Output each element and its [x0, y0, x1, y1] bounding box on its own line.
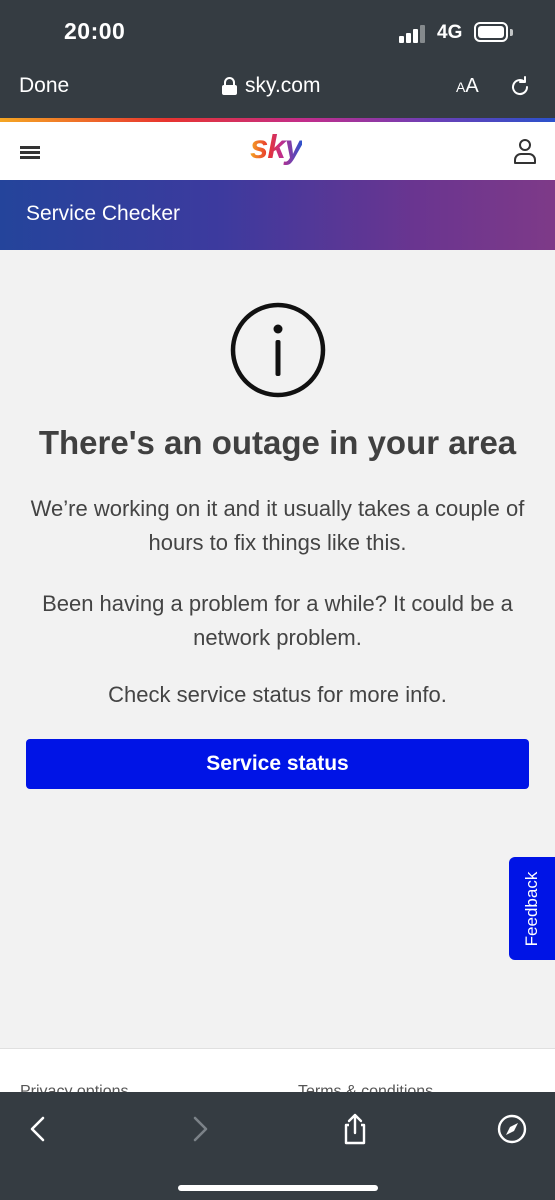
network-problem-text: Been having a problem for a while? It co…: [42, 591, 513, 650]
info-icon: [230, 302, 326, 398]
share-icon[interactable]: [338, 1112, 372, 1146]
sky-logo[interactable]: sky: [250, 128, 303, 166]
browser-top-bar: Done sky.com AA: [0, 62, 555, 118]
account-icon[interactable]: [513, 138, 537, 164]
battery-icon: [474, 22, 508, 42]
status-bar: 20:00 4G: [0, 0, 555, 62]
service-status-hint: Check service status for more info.: [108, 682, 447, 707]
back-icon[interactable]: [22, 1112, 56, 1146]
service-checker-banner: Service Checker: [0, 180, 555, 250]
browser-bottom-bar: [0, 1092, 555, 1200]
banner-title: Service Checker: [26, 202, 181, 225]
done-button[interactable]: Done: [19, 74, 69, 98]
outage-headline: There's an outage in your area: [38, 424, 517, 461]
forward-icon[interactable]: [182, 1112, 216, 1146]
outage-description: We’re working on it and it usually takes…: [30, 496, 525, 555]
address-bar[interactable]: sky.com: [222, 74, 320, 98]
battery-tip: [510, 29, 513, 36]
status-time: 20:00: [64, 18, 126, 44]
hamburger-menu-icon[interactable]: [20, 146, 40, 159]
compass-icon[interactable]: [495, 1112, 529, 1146]
feedback-tab[interactable]: Feedback: [509, 857, 555, 960]
site-header: sky: [0, 122, 555, 180]
feedback-label: Feedback: [522, 871, 541, 946]
url-text: sky.com: [245, 74, 321, 97]
signal-icon: [399, 25, 427, 43]
text-size-button[interactable]: AA: [456, 75, 479, 98]
service-status-button[interactable]: Service status: [26, 739, 529, 789]
reload-icon[interactable]: [508, 75, 532, 99]
network-type: 4G: [437, 22, 463, 43]
lock-icon: [222, 77, 237, 95]
home-indicator: [178, 1185, 378, 1191]
